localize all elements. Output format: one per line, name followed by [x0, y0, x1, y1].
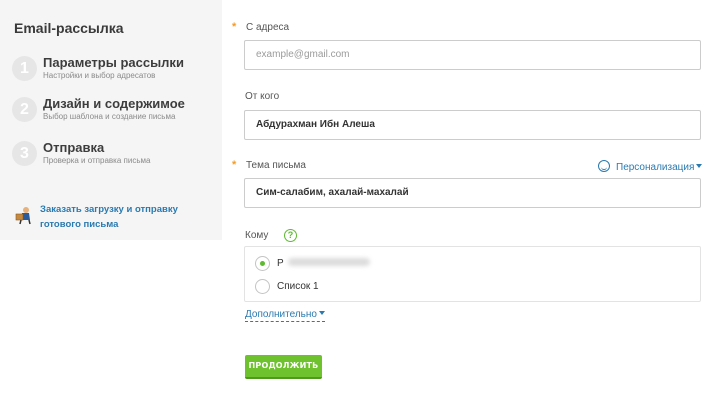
- step-title: Дизайн и содержимое: [43, 96, 185, 111]
- step-title: Параметры рассылки: [43, 55, 184, 70]
- blurred-text: [287, 258, 370, 266]
- subject-input[interactable]: Сим-салабим, ахалай-махалай: [244, 178, 701, 208]
- subject-label: Тема письма: [246, 160, 306, 171]
- more-options-link[interactable]: Дополнительно: [245, 309, 325, 322]
- from-address-label: С адреса: [246, 22, 290, 33]
- help-icon[interactable]: ?: [284, 229, 297, 242]
- recipient-option-label: Список 1: [277, 281, 319, 292]
- step-number: 3: [12, 141, 37, 166]
- step-design[interactable]: 2 Дизайн и содержимое Выбор шаблона и со…: [12, 96, 217, 132]
- recipients-list: Р Список 1: [244, 246, 701, 302]
- recipients-label: Кому: [245, 230, 269, 241]
- recipient-option[interactable]: Список 1: [255, 279, 555, 295]
- personalization-label: Персонализация: [616, 162, 695, 173]
- continue-button[interactable]: ПРОДОЛЖИТЬ: [245, 355, 322, 379]
- radio-button[interactable]: [255, 256, 270, 271]
- sidebar-title: Email-рассылка: [14, 20, 124, 36]
- order-link-text[interactable]: Заказать загрузку и отправку готового пи…: [40, 202, 200, 232]
- step-number: 2: [12, 97, 37, 122]
- required-mark: *: [232, 159, 237, 171]
- delivery-person-icon: [15, 207, 31, 225]
- chevron-down-icon: [318, 311, 325, 315]
- from-address-input[interactable]: example@gmail.com: [244, 40, 701, 70]
- sidebar: Email-рассылка 1 Параметры рассылки Наст…: [0, 0, 222, 240]
- smile-icon: [598, 160, 610, 172]
- step-send[interactable]: 3 Отправка Проверка и отправка письма: [12, 140, 217, 176]
- step-subtitle: Проверка и отправка письма: [43, 156, 151, 165]
- step-subtitle: Настройки и выбор адресатов: [43, 71, 156, 80]
- personalization-dropdown[interactable]: Персонализация: [598, 160, 703, 173]
- step-number: 1: [12, 56, 37, 81]
- from-name-input[interactable]: Абдурахман Ибн Алеша: [244, 110, 701, 140]
- recipient-option-label: Р: [277, 258, 370, 269]
- required-mark: *: [232, 21, 237, 33]
- recipient-option[interactable]: Р: [255, 256, 555, 272]
- step-title: Отправка: [43, 140, 105, 155]
- step-settings[interactable]: 1 Параметры рассылки Настройки и выбор а…: [12, 55, 217, 91]
- chevron-down-icon: [696, 164, 703, 168]
- step-subtitle: Выбор шаблона и создание письма: [43, 112, 176, 121]
- radio-button[interactable]: [255, 279, 270, 294]
- from-name-label: От кого: [245, 91, 280, 102]
